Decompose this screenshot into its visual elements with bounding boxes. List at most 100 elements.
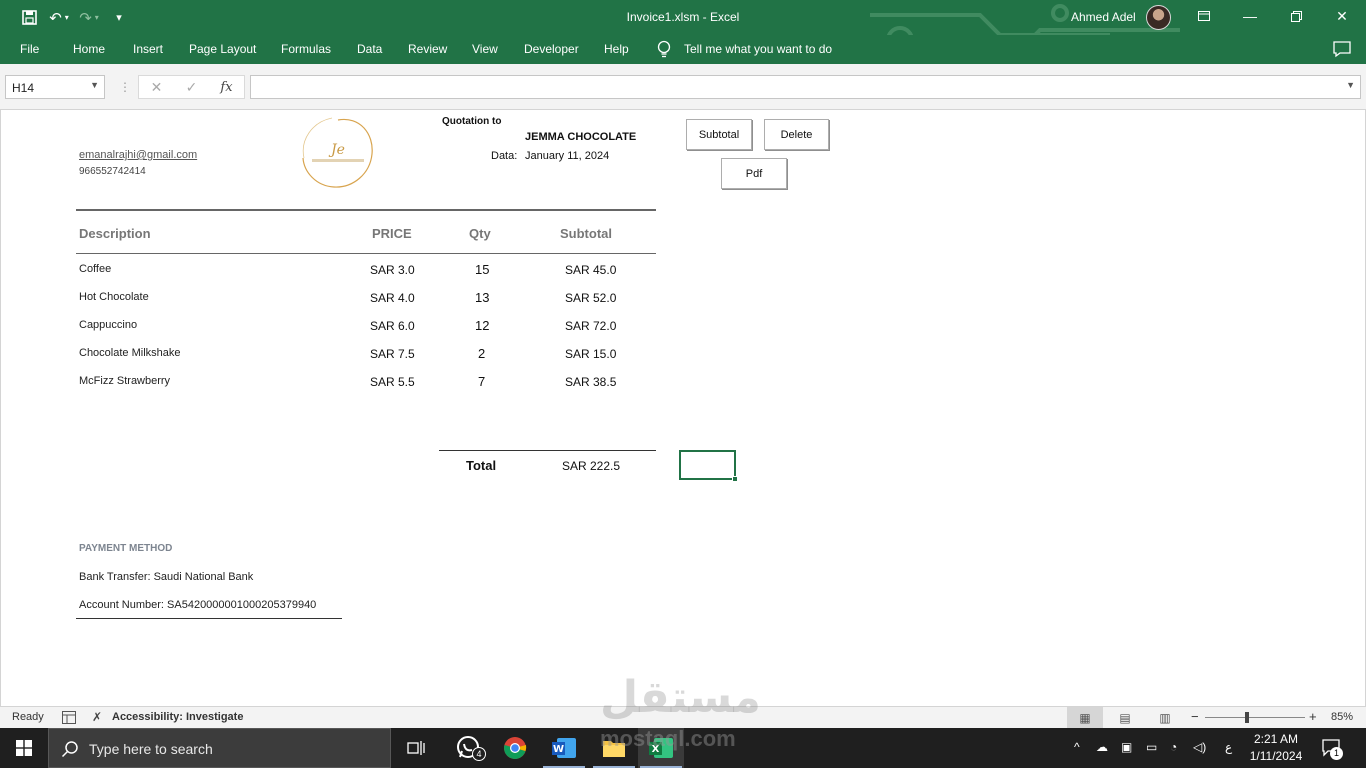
- clock-date: 1/11/2024: [1249, 749, 1303, 763]
- ribbon-display-options-icon[interactable]: [1181, 0, 1227, 32]
- expand-formula-bar-icon[interactable]: ▼: [1346, 80, 1355, 90]
- tell-me-search[interactable]: Tell me what you want to do: [684, 42, 832, 56]
- tab-review[interactable]: Review: [408, 42, 447, 56]
- taskbar-search-box[interactable]: Type here to search: [48, 728, 391, 768]
- payment-account: Account Number: SA5420000001000205379940: [79, 599, 317, 611]
- item-subtotal: SAR 15.0: [565, 347, 617, 361]
- excel-icon[interactable]: X: [638, 728, 684, 768]
- chrome-icon[interactable]: [492, 728, 538, 768]
- email-link[interactable]: emanalrajhi@gmail.com: [79, 149, 197, 161]
- save-icon[interactable]: [14, 0, 44, 35]
- column-header-description: Description: [79, 226, 151, 241]
- item-description: Hot Chocolate: [79, 291, 149, 303]
- close-button[interactable]: ✕: [1319, 0, 1365, 32]
- comments-icon[interactable]: [1332, 39, 1352, 59]
- payment-heading: PAYMENT METHOD: [79, 543, 173, 554]
- item-description: Coffee: [79, 263, 112, 275]
- notification-center-icon[interactable]: 1: [1322, 739, 1343, 762]
- item-subtotal: SAR 72.0: [565, 319, 617, 333]
- chevron-down-icon[interactable]: ▼: [90, 80, 99, 90]
- search-icon: [61, 741, 78, 758]
- redo-icon[interactable]: ↷ ▾: [74, 0, 104, 35]
- zoom-level[interactable]: 85%: [1331, 711, 1353, 723]
- ribbon-tabs: File Home Insert Page Layout Formulas Da…: [0, 35, 1366, 64]
- onedrive-icon[interactable]: ☁: [1096, 740, 1108, 754]
- date-label: Data:: [491, 150, 518, 162]
- payment-bank: Bank Transfer: Saudi National Bank: [79, 571, 254, 583]
- item-subtotal: SAR 45.0: [565, 263, 617, 277]
- column-header-qty: Qty: [469, 226, 491, 241]
- wifi-icon[interactable]: ◔: [1170, 740, 1177, 754]
- zoom-in-button[interactable]: +: [1309, 709, 1317, 724]
- tab-insert[interactable]: Insert: [133, 42, 163, 56]
- formula-input[interactable]: ▼: [250, 75, 1361, 99]
- quick-access-toolbar: ↶ ▾ ↷ ▾ ▾: [14, 0, 134, 35]
- formula-bar-area: H14 ▼ ⋮ ✕ ✓ fx ▼: [0, 64, 1366, 110]
- system-clock[interactable]: 2:21 AM 1/11/2024: [1240, 731, 1312, 765]
- item-description: Cappuccino: [79, 319, 138, 331]
- fill-handle[interactable]: [732, 476, 738, 482]
- tab-data[interactable]: Data: [357, 42, 382, 56]
- tab-file[interactable]: File: [20, 42, 39, 56]
- input-language-indicator[interactable]: ع: [1225, 740, 1232, 754]
- normal-view-icon[interactable]: ▦: [1067, 707, 1103, 728]
- delete-button[interactable]: Delete: [764, 119, 829, 150]
- zoom-slider[interactable]: [1205, 717, 1305, 718]
- security-icon[interactable]: ▣: [1121, 740, 1132, 754]
- item-qty: 2: [478, 346, 486, 361]
- zoom-slider-thumb[interactable]: [1245, 712, 1249, 723]
- accessibility-icon[interactable]: ✗: [92, 710, 102, 724]
- minimize-button[interactable]: —: [1227, 0, 1273, 32]
- insert-function-icon[interactable]: fx: [209, 80, 244, 95]
- cancel-entry-icon[interactable]: ✕: [139, 79, 174, 96]
- tab-page-layout[interactable]: Page Layout: [189, 42, 256, 56]
- macro-recording-icon[interactable]: [62, 711, 76, 724]
- page-break-view-icon[interactable]: ▥: [1147, 707, 1183, 728]
- selected-cell-h14[interactable]: [679, 450, 738, 482]
- tab-formulas[interactable]: Formulas: [281, 42, 331, 56]
- task-view-icon[interactable]: [393, 728, 439, 768]
- svg-text:Je: Je: [328, 142, 345, 158]
- subtotal-button[interactable]: Subtotal: [686, 119, 752, 150]
- page-layout-view-icon[interactable]: ▤: [1107, 707, 1143, 728]
- item-description: Chocolate Milkshake: [79, 347, 181, 359]
- zoom-out-button[interactable]: −: [1191, 709, 1199, 724]
- whatsapp-icon[interactable]: 4: [446, 728, 492, 768]
- customize-qat-icon[interactable]: ▾: [104, 0, 134, 35]
- phone-number: 966552742414: [79, 166, 146, 177]
- worksheet[interactable]: emanalrajhi@gmail.com 966552742414 Je Qu…: [0, 110, 1366, 706]
- word-icon[interactable]: W: [541, 728, 587, 768]
- total-border: [439, 450, 656, 451]
- tray-overflow-icon[interactable]: ^: [1074, 740, 1080, 754]
- pdf-button[interactable]: Pdf: [721, 158, 787, 189]
- accessibility-status[interactable]: Accessibility: Investigate: [112, 711, 243, 723]
- status-bar: Ready ✗ Accessibility: Investigate ▦ ▤ ▥…: [0, 706, 1366, 728]
- company-logo: Je: [302, 117, 373, 188]
- tab-home[interactable]: Home: [73, 42, 105, 56]
- name-box[interactable]: H14 ▼: [5, 75, 105, 99]
- formula-bar-grip[interactable]: ⋮: [119, 80, 131, 94]
- volume-icon[interactable]: ◁): [1193, 740, 1206, 754]
- item-price: SAR 4.0: [370, 291, 415, 305]
- file-explorer-icon[interactable]: [591, 728, 637, 768]
- status-ready: Ready: [12, 711, 44, 723]
- date-value: January 11, 2024: [525, 150, 610, 162]
- column-header-subtotal: Subtotal: [560, 226, 612, 241]
- enter-entry-icon[interactable]: ✓: [174, 79, 209, 96]
- tab-view[interactable]: View: [472, 42, 498, 56]
- user-avatar[interactable]: [1146, 5, 1171, 30]
- clock-time: 2:21 AM: [1253, 732, 1299, 746]
- user-name[interactable]: Ahmed Adel: [1071, 10, 1136, 24]
- svg-text:X: X: [652, 744, 660, 755]
- item-price: SAR 5.5: [370, 375, 415, 389]
- item-subtotal: SAR 38.5: [565, 375, 617, 389]
- battery-icon[interactable]: ▭: [1146, 740, 1157, 754]
- item-subtotal: SAR 52.0: [565, 291, 617, 305]
- restore-button[interactable]: [1273, 0, 1319, 32]
- excel-window: ↶ ▾ ↷ ▾ ▾ Invoice1.xlsm - Excel Ahmed Adel…: [0, 0, 1366, 768]
- tab-help[interactable]: Help: [604, 42, 629, 56]
- undo-icon[interactable]: ↶ ▾: [44, 0, 74, 35]
- tab-developer[interactable]: Developer: [524, 42, 579, 56]
- windows-taskbar: Type here to search 4 W X ^ ☁ ▣ ▭ ◔ ◁) ع…: [0, 728, 1366, 768]
- windows-start-icon[interactable]: [16, 740, 32, 756]
